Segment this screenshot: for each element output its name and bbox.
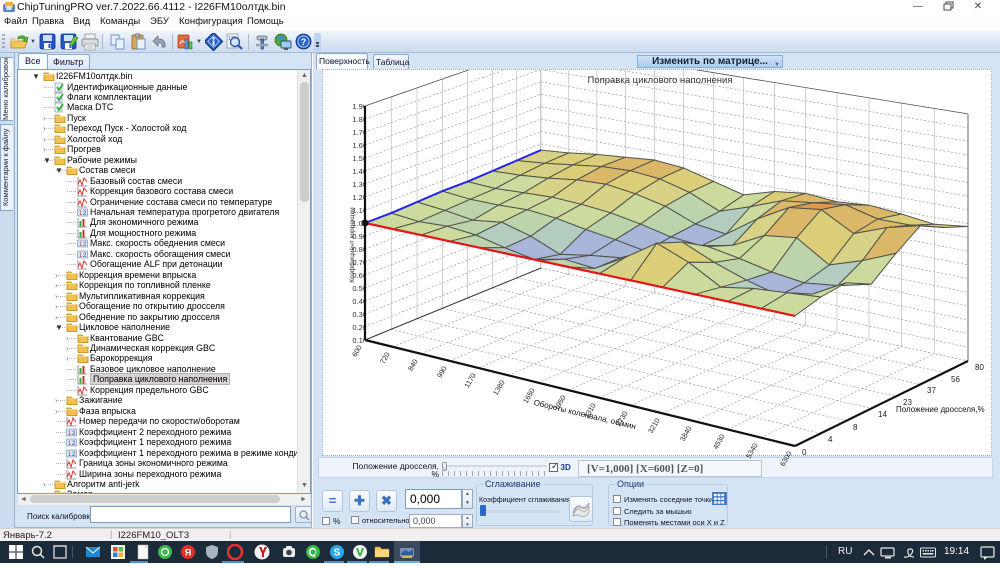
svg-text:?: ? xyxy=(301,37,307,47)
svg-text:Я: Я xyxy=(185,548,191,558)
svg-text:S: S xyxy=(334,548,341,559)
